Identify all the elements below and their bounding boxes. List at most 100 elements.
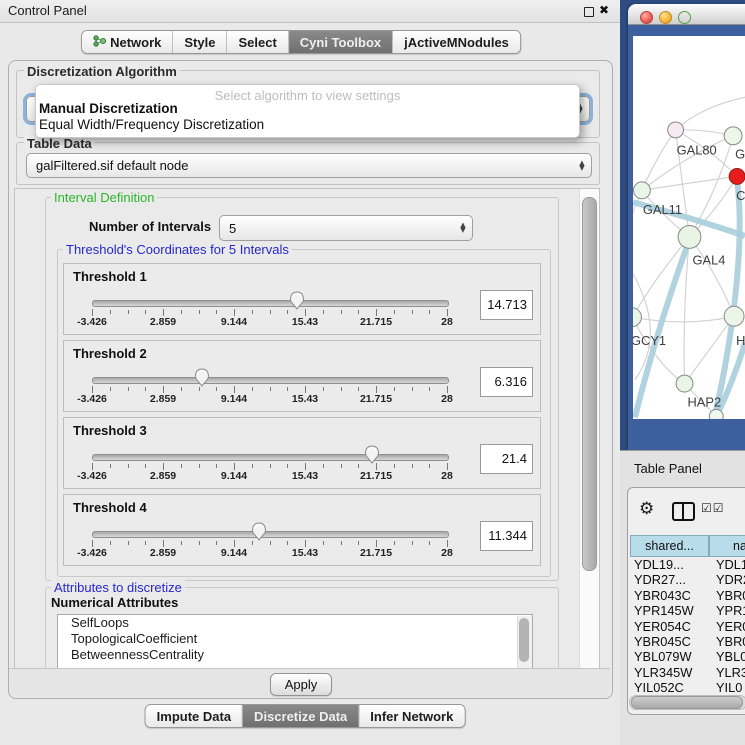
slider-tick-label: 28 — [423, 316, 471, 328]
slider-tick — [376, 386, 377, 393]
slider-tick — [270, 310, 271, 314]
zoom-traffic-light-icon[interactable] — [678, 11, 691, 24]
number-of-intervals-combobox[interactable]: 5 ▲▼ — [219, 215, 473, 241]
slider-tick — [92, 540, 93, 547]
slider-tick — [287, 310, 288, 314]
threshold-slider-thumb[interactable] — [251, 522, 267, 541]
slider-tick — [216, 310, 217, 314]
slider-tick-label: 2.859 — [139, 393, 187, 405]
table-row[interactable]: YBL079WYBL0 — [630, 649, 745, 664]
table-row[interactable]: YER054CYER0 — [630, 619, 745, 634]
table-header-shared-name[interactable]: shared... — [630, 535, 709, 557]
network-node-gal80[interactable] — [668, 122, 684, 138]
network-node[interactable] — [709, 409, 723, 419]
threshold-value-field[interactable]: 6.316 — [480, 367, 533, 397]
minimize-traffic-light-icon[interactable] — [659, 11, 672, 24]
tab-cyni-toolbox[interactable]: Cyni Toolbox — [289, 31, 393, 53]
tab-jactivemnodules[interactable]: jActiveMNodules — [393, 31, 520, 53]
slider-tick — [412, 464, 413, 468]
threshold-1-panel: Threshold 1-3.4262.8599.14415.4321.71528… — [63, 263, 541, 335]
threshold-slider-track[interactable] — [92, 454, 449, 461]
attribute-item-3[interactable]: BetweennessCentrality — [58, 647, 532, 663]
cell-shared-name: YER054C — [630, 619, 712, 634]
slider-tick — [305, 540, 306, 547]
tab-impute-data[interactable]: Impute Data — [146, 705, 243, 727]
table-header-name[interactable]: na — [709, 535, 745, 557]
cell-shared-name: YPR145W — [630, 603, 712, 618]
close-traffic-light-icon[interactable] — [640, 11, 653, 24]
gear-icon[interactable]: ⚙ — [639, 499, 654, 519]
attribute-item-2[interactable]: TopologicalCoefficient — [58, 631, 532, 647]
table-row[interactable]: YDR27...YDR2 — [630, 572, 745, 587]
thresholds-list: Threshold 1-3.4262.8599.14415.4321.71528… — [63, 263, 541, 571]
combo-stepper-icon: ▲▼ — [573, 161, 591, 171]
threshold-value-field[interactable]: 21.4 — [480, 444, 533, 474]
slider-tick-label: 15.43 — [281, 470, 329, 482]
cell-name: YBL0 — [712, 649, 745, 664]
algorithm-option-2[interactable]: Equal Width/Frequency Discretization — [39, 117, 264, 132]
network-edge — [633, 316, 734, 322]
slider-tick-label: 2.859 — [139, 547, 187, 559]
threshold-slider-track[interactable] — [92, 377, 449, 384]
tab-network[interactable]: Network — [82, 31, 173, 53]
network-node-c[interactable] — [729, 169, 745, 185]
slider-tick — [270, 387, 271, 391]
table-row[interactable]: YPR145WYPR1 — [630, 603, 745, 618]
checkbox-filter-icon[interactable]: ☑☑ — [701, 501, 725, 515]
close-icon[interactable]: ✖ — [599, 3, 609, 17]
slider-tick — [341, 387, 342, 391]
tab-style[interactable]: Style — [173, 31, 227, 53]
slider-tick — [341, 464, 342, 468]
table-data-combobox[interactable]: galFiltered.sif default node ▲▼ — [26, 153, 592, 178]
apply-button[interactable]: Apply — [270, 673, 332, 696]
slider-tick — [394, 310, 395, 314]
cell-name: YIL0 — [712, 680, 745, 694]
table-row[interactable]: YDL19...YDL1 — [630, 557, 745, 572]
slider-tick — [429, 464, 430, 468]
tab-infer-network[interactable]: Infer Network — [359, 705, 464, 727]
slider-tick-label: 28 — [423, 393, 471, 405]
numerical-attributes-list[interactable]: SelfLoopsTopologicalCoefficientBetweenne… — [57, 614, 533, 670]
attributes-scrollbar-thumb[interactable] — [519, 618, 529, 662]
tab-select[interactable]: Select — [227, 31, 288, 53]
threshold-slider-thumb[interactable] — [364, 445, 380, 464]
network-node-hap2[interactable] — [676, 375, 693, 392]
network-node-label: GAL11 — [643, 202, 682, 217]
algorithm-option-1[interactable]: Manual Discretization — [39, 101, 178, 116]
slider-tick-label: 15.43 — [281, 393, 329, 405]
slider-tick-label: -3.426 — [68, 470, 116, 482]
slider-tick — [216, 387, 217, 391]
cell-name: YDR2 — [712, 572, 745, 587]
threshold-slider-track[interactable] — [92, 300, 449, 307]
number-of-intervals-label: Number of Intervals — [89, 219, 211, 234]
network-window-titlebar[interactable] — [628, 4, 745, 25]
network-node-gal11[interactable] — [633, 182, 650, 199]
slider-tick — [358, 310, 359, 314]
tab-discretize-data[interactable]: Discretize Data — [243, 705, 359, 727]
table-row[interactable]: YLR345WYLR3 — [630, 665, 745, 680]
network-node-gal4[interactable] — [678, 226, 701, 249]
threshold-value-field[interactable]: 11.344 — [480, 521, 533, 551]
threshold-slider-track[interactable] — [92, 531, 449, 538]
slider-tick-label: 9.144 — [210, 547, 258, 559]
column-chooser-icon[interactable] — [672, 502, 695, 521]
slider-tick — [394, 387, 395, 391]
table-row[interactable]: YIL052CYIL0 — [630, 680, 745, 694]
float-window-icon[interactable] — [584, 7, 594, 17]
network-canvas[interactable]: GAL80GACGAL11GAL4GCY1HHAP2 — [633, 36, 745, 419]
table-horizontal-scrollbar-thumb[interactable] — [631, 696, 743, 709]
table-row[interactable]: YBR043CYBR0 — [630, 588, 745, 603]
threshold-slider-thumb[interactable] — [289, 291, 305, 310]
network-node-gcy1[interactable] — [633, 308, 641, 327]
settings-scrollbar-thumb[interactable] — [582, 197, 597, 571]
attribute-item-1[interactable]: SelfLoops — [58, 615, 532, 631]
network-node-ga[interactable] — [724, 127, 742, 145]
tab-label: Impute Data — [157, 709, 231, 724]
threshold-value-field[interactable]: 14.713 — [480, 290, 533, 320]
slider-tick — [358, 541, 359, 545]
network-node-label: C — [736, 188, 745, 203]
threshold-slider-thumb[interactable] — [194, 368, 210, 387]
slider-tick — [145, 464, 146, 468]
network-node-h[interactable] — [724, 306, 744, 326]
table-row[interactable]: YBR045CYBR0 — [630, 634, 745, 649]
